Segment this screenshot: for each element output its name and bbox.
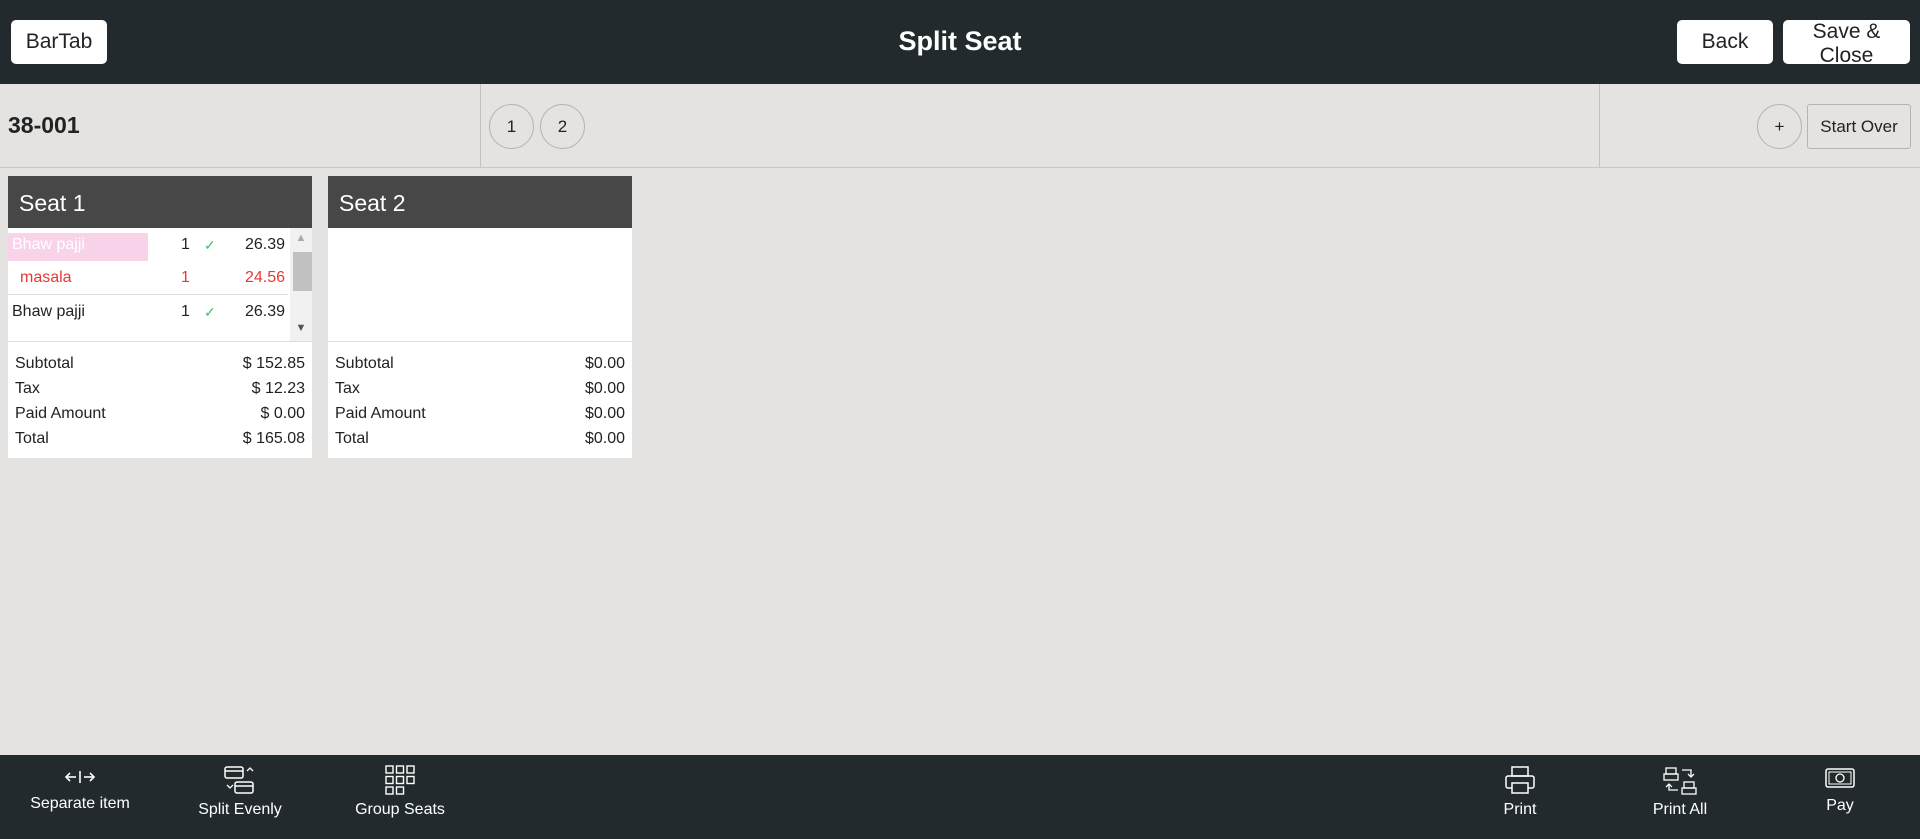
total-row: Total $ 165.08 <box>15 426 305 451</box>
cash-icon <box>1825 768 1855 788</box>
split-evenly-icon <box>224 766 254 794</box>
action-label: Pay <box>1826 797 1854 814</box>
group-seats-button[interactable]: Group Seats <box>340 765 460 831</box>
separate-item-button[interactable]: Separate item <box>20 765 140 831</box>
totals-value: $ 152.85 <box>242 355 305 372</box>
item-price: 24.56 <box>244 269 285 286</box>
item-qty: 1 <box>181 303 190 320</box>
check-icon: ✓ <box>204 304 216 320</box>
list-item[interactable]: Bhaw pajji 1 ✓ 26.39 <box>8 294 288 325</box>
seat-totals: Subtotal $0.00 Tax $0.00 Paid Amount $0.00 … <box>328 342 632 451</box>
action-label: Print <box>1503 801 1537 818</box>
paid-amount-row: Paid Amount $0.00 <box>335 401 625 426</box>
scroll-thumb[interactable] <box>293 252 312 291</box>
item-name: Bhaw pajji <box>12 236 85 253</box>
item-price: 26.39 <box>244 303 285 320</box>
print-all-button[interactable]: Print All <box>1630 765 1730 831</box>
total-row: Total $0.00 <box>335 426 625 451</box>
scroll-up-arrow-icon[interactable]: ▲ <box>290 232 312 244</box>
totals-value: $0.00 <box>584 430 625 447</box>
start-over-button[interactable]: Start Over <box>1807 104 1911 149</box>
grid-icon <box>385 765 415 795</box>
item-name: masala <box>20 269 72 286</box>
action-label: Split Evenly <box>198 801 282 818</box>
divider <box>1599 84 1600 167</box>
totals-label: Total <box>335 430 369 447</box>
split-evenly-button[interactable]: Split Evenly <box>180 765 300 831</box>
seat-totals: Subtotal $ 152.85 Tax $ 12.23 Paid Amount $… <box>8 342 312 451</box>
seat-tab-2[interactable]: 2 <box>540 104 585 149</box>
seat-items-list <box>328 228 632 342</box>
action-label: Group Seats <box>355 801 445 818</box>
back-button[interactable]: Back <box>1677 20 1773 64</box>
print-all-icon <box>1663 767 1697 795</box>
list-item[interactable]: masala 1 24.56 <box>8 261 288 292</box>
scrollbar[interactable]: ▲ ▼ <box>290 228 312 341</box>
seat-title: Seat 2 <box>328 176 632 228</box>
list-item[interactable]: Bhaw pajji 1 ✓ 26.39 <box>8 228 288 261</box>
tax-row: Tax $ 12.23 <box>15 376 305 401</box>
totals-label: Subtotal <box>15 355 74 372</box>
item-qty: 1 <box>181 269 190 286</box>
seat-card-2[interactable]: Seat 2 Subtotal $0.00 Tax $0.00 Paid Amoun… <box>328 176 632 458</box>
divider <box>480 84 481 167</box>
totals-label: Total <box>15 430 49 447</box>
subtotal-row: Subtotal $ 152.85 <box>15 351 305 376</box>
totals-label: Paid Amount <box>15 405 106 422</box>
seat-title: Seat 1 <box>8 176 312 228</box>
top-bar: BarTab Split Seat Back Save & Close <box>0 0 1920 84</box>
seat-tab-1[interactable]: 1 <box>489 104 534 149</box>
save-close-button[interactable]: Save & Close <box>1783 20 1910 67</box>
item-price: 26.39 <box>244 236 285 253</box>
totals-label: Paid Amount <box>335 405 426 422</box>
page-title: Split Seat <box>898 26 1022 56</box>
bartab-button[interactable]: BarTab <box>11 20 107 64</box>
totals-value: $0.00 <box>584 380 625 397</box>
bottom-action-bar: Separate item Split Evenly Group Seats P… <box>0 755 1920 839</box>
item-qty: 1 <box>181 236 190 253</box>
order-info-bar: 38-001 1 2 + Start Over <box>0 84 1920 168</box>
scroll-down-arrow-icon[interactable]: ▼ <box>290 322 312 334</box>
seat-items-list: Bhaw pajji 1 ✓ 26.39 masala 1 24.56 Bhaw… <box>8 228 312 342</box>
item-name: Bhaw pajji <box>12 303 85 320</box>
print-button[interactable]: Print <box>1480 765 1560 831</box>
totals-value: $ 12.23 <box>251 380 305 397</box>
printer-icon <box>1505 766 1535 794</box>
totals-label: Tax <box>15 380 40 397</box>
add-seat-button[interactable]: + <box>1757 104 1802 149</box>
pay-button[interactable]: Pay <box>1800 765 1880 831</box>
action-label: Separate item <box>30 795 130 812</box>
action-label: Print All <box>1652 801 1708 818</box>
paid-amount-row: Paid Amount $ 0.00 <box>15 401 305 426</box>
totals-value: $ 165.08 <box>242 430 305 447</box>
totals-value: $ 0.00 <box>260 405 305 422</box>
separate-arrows-icon <box>64 771 96 783</box>
check-icon: ✓ <box>204 237 216 253</box>
order-number: 38-001 <box>8 112 80 138</box>
seat-card-1[interactable]: Seat 1 Bhaw pajji 1 ✓ 26.39 masala 1 24.… <box>8 176 312 458</box>
totals-label: Subtotal <box>335 355 394 372</box>
tax-row: Tax $0.00 <box>335 376 625 401</box>
totals-label: Tax <box>335 380 360 397</box>
totals-value: $0.00 <box>584 355 625 372</box>
totals-value: $0.00 <box>584 405 625 422</box>
subtotal-row: Subtotal $0.00 <box>335 351 625 376</box>
